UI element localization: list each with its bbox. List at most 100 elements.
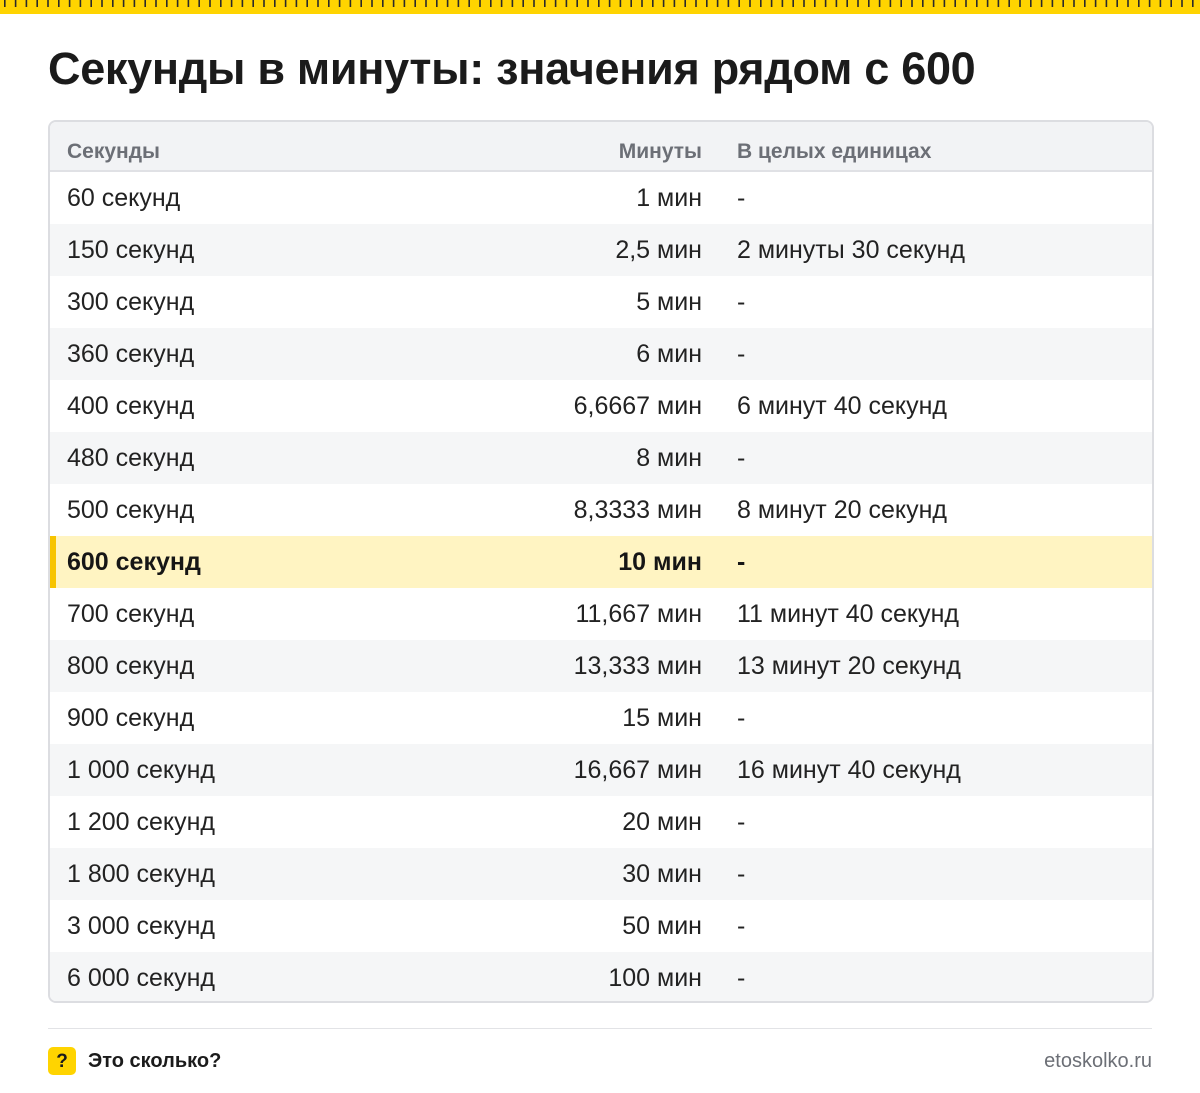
- cell-seconds: 300 секунд: [67, 288, 195, 316]
- ruler-tick: [490, 0, 492, 7]
- ruler-tick: [522, 0, 524, 7]
- table-header: Секунды Минуты В целых единицах: [50, 122, 1152, 172]
- cell-minutes: 100 мин: [608, 964, 702, 992]
- ruler-tick: [1030, 0, 1032, 7]
- ruler-tick: [1192, 0, 1194, 7]
- cell-seconds: 6 000 секунд: [67, 964, 216, 992]
- cell-whole-units: -: [737, 184, 746, 212]
- ruler-tick: [382, 0, 384, 7]
- header-seconds: Секунды: [67, 140, 160, 163]
- ruler-tick: [662, 0, 665, 7]
- cell-seconds: 1 200 секунд: [67, 808, 216, 836]
- ruler-tick: [1105, 0, 1108, 7]
- cell-minutes: 11,667 мин: [575, 600, 702, 628]
- ruler-tick: [187, 0, 190, 7]
- ruler-tick: [295, 0, 298, 7]
- cell-seconds: 480 секунд: [67, 444, 195, 472]
- table-row: 360 секунд 6 мин -: [50, 328, 1152, 380]
- cell-minutes: 6,6667 мин: [573, 392, 702, 420]
- ruler-tick: [835, 0, 838, 7]
- ruler-tick: [338, 0, 341, 7]
- ruler-tick: [706, 0, 708, 7]
- ruler-tick: [1181, 0, 1183, 7]
- ruler-tick: [1116, 0, 1118, 7]
- ruler-tick: [652, 0, 654, 7]
- ruler-tick: [1170, 0, 1172, 7]
- ruler-tick: [878, 0, 881, 7]
- ruler-tick: [349, 0, 352, 7]
- ruler-tick: [317, 0, 319, 7]
- ruler-tick: [468, 0, 470, 7]
- cell-seconds: 60 секунд: [67, 184, 181, 212]
- brand-name: Это сколько?: [88, 1050, 222, 1072]
- cell-minutes: 6 мин: [636, 340, 702, 368]
- table-row: 300 секунд 5 мин -: [50, 276, 1152, 328]
- ruler-tick: [1051, 0, 1054, 7]
- cell-minutes: 8,3333 мин: [573, 496, 702, 524]
- cell-minutes: 16,667 мин: [573, 756, 702, 784]
- cell-seconds: 150 секунд: [67, 236, 195, 264]
- ruler-tick: [630, 0, 632, 7]
- ruler-tick: [598, 0, 600, 7]
- ruler-tick: [695, 0, 697, 7]
- ruler-tick: [392, 0, 395, 7]
- ruler-tick: [209, 0, 211, 7]
- cell-whole-units: 8 минут 20 секунд: [737, 496, 947, 524]
- cell-seconds: 1 800 секунд: [67, 860, 216, 888]
- cell-whole-units: -: [737, 444, 746, 472]
- ruler-tick: [47, 0, 49, 7]
- ruler-tick: [220, 0, 222, 7]
- ruler-tick: [1073, 0, 1075, 7]
- ruler-tick: [36, 0, 38, 7]
- ruler-tick: [166, 0, 168, 7]
- conversion-table: Секунды Минуты В целых единицах 60 секун…: [48, 120, 1154, 1003]
- ruler-tick: [436, 0, 438, 7]
- cell-minutes: 8 мин: [636, 444, 702, 472]
- ruler-tick: [360, 0, 362, 7]
- cell-seconds: 600 секунд: [67, 548, 201, 576]
- cell-whole-units: -: [737, 964, 746, 992]
- ruler-tick: [760, 0, 762, 7]
- ruler-tick: [144, 0, 146, 7]
- ruler-tick: [1019, 0, 1021, 7]
- cell-whole-units: -: [737, 548, 746, 576]
- cell-whole-units: -: [737, 808, 746, 836]
- ruler-tick: [781, 0, 784, 7]
- ruler-tick: [900, 0, 902, 7]
- ruler-tick: [306, 0, 308, 7]
- site-url: etoskolko.ru: [1044, 1050, 1152, 1072]
- ruler-tick: [954, 0, 956, 7]
- ruler-tick: [133, 0, 136, 7]
- cell-minutes: 15 мин: [622, 704, 702, 732]
- ruler-tick: [565, 0, 568, 7]
- ruler-tick: [90, 0, 92, 7]
- ruler-tick: [198, 0, 200, 7]
- ruler-tick: [857, 0, 859, 7]
- ruler-tick: [619, 0, 622, 7]
- table-row: 60 секунд 1 мин -: [50, 172, 1152, 224]
- ruler-tick: [749, 0, 751, 7]
- cell-minutes: 50 мин: [622, 912, 702, 940]
- ruler-tick: [770, 0, 773, 7]
- table-row: 3 000 секунд 50 мин -: [50, 900, 1152, 952]
- ruler-decoration: [0, 0, 1200, 14]
- table-row: 800 секунд 13,333 мин 13 минут 20 секунд: [50, 640, 1152, 692]
- table-row-highlighted: 600 секунд 10 мин -: [50, 536, 1152, 588]
- ruler-tick: [684, 0, 686, 7]
- table-row: 1 200 секунд 20 мин -: [50, 796, 1152, 848]
- ruler-tick: [554, 0, 557, 7]
- ruler-tick: [446, 0, 449, 7]
- ruler-tick: [284, 0, 287, 7]
- ruler-tick: [457, 0, 460, 7]
- ruler-tick: [576, 0, 578, 7]
- ruler-tick: [943, 0, 946, 7]
- table-row: 150 секунд 2,5 мин 2 минуты 30 секунд: [50, 224, 1152, 276]
- cell-whole-units: -: [737, 912, 746, 940]
- footer-divider: [48, 1028, 1152, 1029]
- ruler-tick: [868, 0, 870, 7]
- table-row: 1 000 секунд 16,667 мин 16 минут 40 секунд: [50, 744, 1152, 796]
- table-row: 700 секунд 11,667 мин 11 минут 40 секунд: [50, 588, 1152, 640]
- ruler-tick: [1084, 0, 1086, 7]
- question-mark-icon: ?: [48, 1047, 76, 1075]
- ruler-tick: [803, 0, 805, 7]
